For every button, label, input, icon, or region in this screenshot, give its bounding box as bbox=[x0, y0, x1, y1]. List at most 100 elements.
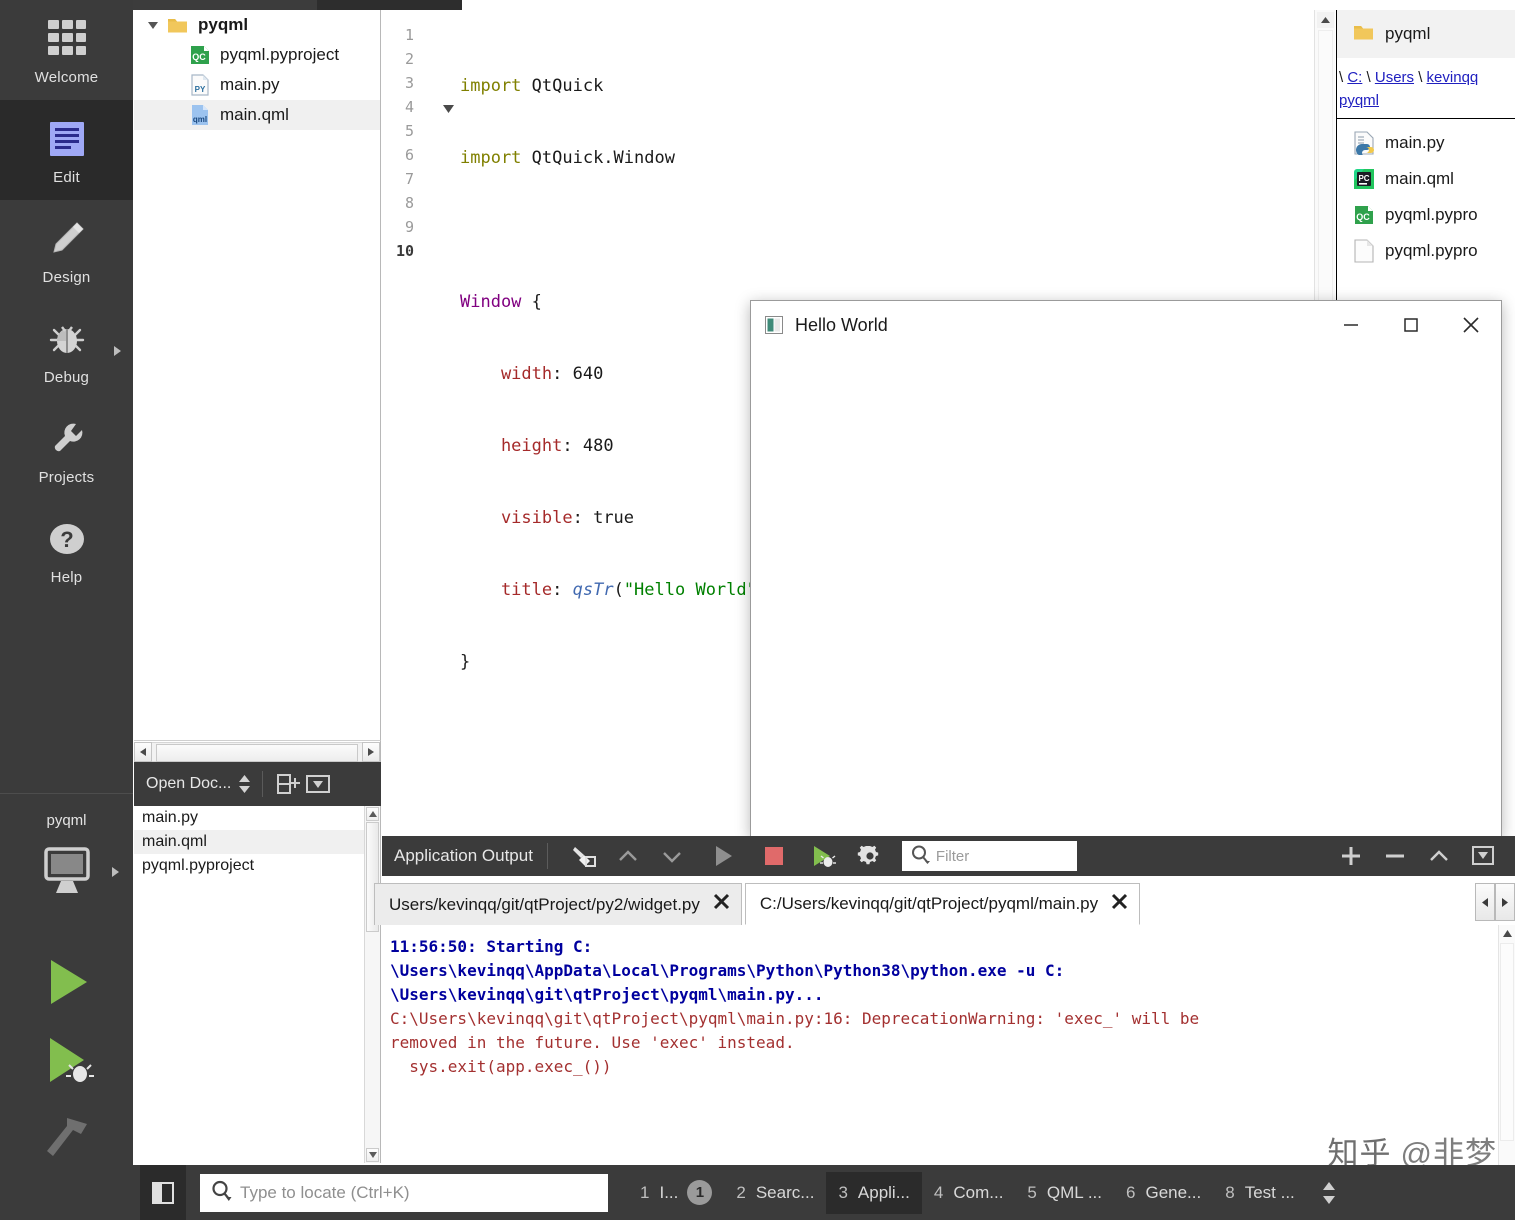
mode-item-design[interactable]: Design bbox=[0, 200, 133, 300]
close-tab-icon[interactable] bbox=[712, 892, 731, 917]
open-documents-combo-arrows[interactable] bbox=[237, 773, 252, 795]
project-tree-root[interactable]: pyqml bbox=[134, 10, 380, 40]
file-system-item[interactable]: QC pyqml.pypro bbox=[1337, 197, 1515, 233]
open-document-item[interactable]: main.py bbox=[134, 806, 380, 830]
locator-input[interactable]: Type to locate (Ctrl+K) bbox=[200, 1174, 608, 1212]
breadcrumb: \ C: \ Users \ kevinqqpyqml bbox=[1337, 58, 1515, 119]
debug-run-icon bbox=[36, 1032, 98, 1088]
project-tree-item-pyproject[interactable]: QC pyqml.pyproject bbox=[134, 40, 380, 70]
output-tab[interactable]: Users/kevinqq/git/qtProject/py2/widget.p… bbox=[374, 883, 742, 925]
minimize-button[interactable] bbox=[1321, 301, 1381, 349]
breadcrumb-part[interactable]: C: bbox=[1347, 69, 1362, 86]
stop-icon[interactable] bbox=[757, 839, 791, 873]
file-system-header[interactable]: pyqml bbox=[1337, 10, 1515, 58]
scroll-up-icon[interactable] bbox=[1500, 926, 1514, 940]
plus-icon[interactable] bbox=[1334, 839, 1368, 873]
breadcrumb-sep: \ bbox=[1414, 69, 1427, 86]
split-editor-button[interactable] bbox=[273, 769, 303, 799]
output-pane-button-search[interactable]: 2 Searc... bbox=[724, 1172, 826, 1214]
open-document-item[interactable]: pyqml.pyproject bbox=[134, 854, 380, 878]
python-file-icon bbox=[1349, 131, 1379, 155]
kit-selector-button[interactable] bbox=[0, 839, 133, 905]
open-document-item[interactable]: main.qml bbox=[134, 830, 380, 854]
mode-item-projects[interactable]: Projects bbox=[0, 400, 133, 500]
output-pane-button-application-output[interactable]: 3 Appli... bbox=[826, 1172, 921, 1214]
scroll-right-icon[interactable] bbox=[362, 742, 380, 762]
line-number: 3 bbox=[382, 74, 414, 92]
hscroll-track[interactable] bbox=[152, 742, 362, 762]
open-documents-title[interactable]: Open Doc... bbox=[146, 775, 231, 793]
open-documents-vscrollbar[interactable] bbox=[364, 806, 380, 1163]
output-pane-button-issues[interactable]: 1 I... 1 bbox=[628, 1172, 724, 1214]
output-tab[interactable]: C:/Users/kevinqq/git/qtProject/pyqml/mai… bbox=[745, 883, 1140, 925]
play-icon[interactable] bbox=[706, 839, 740, 873]
toggle-sidebar-button[interactable] bbox=[140, 1165, 186, 1220]
project-tree-hscrollbar[interactable] bbox=[134, 740, 381, 762]
chevron-down-icon[interactable] bbox=[142, 20, 164, 30]
console-vscrollbar[interactable] bbox=[1498, 925, 1515, 1165]
fold-marker-icon[interactable] bbox=[442, 102, 456, 116]
application-output-console[interactable]: 11:56:50: Starting C: \Users\kevinqq\App… bbox=[382, 925, 1515, 1165]
document-lines-icon bbox=[43, 115, 91, 163]
mode-selector-sidebar: Welcome Edit bbox=[0, 0, 133, 1220]
scroll-left-icon[interactable] bbox=[134, 742, 152, 762]
chevron-right-icon[interactable] bbox=[112, 867, 119, 877]
breadcrumb-part[interactable]: kevinqq bbox=[1427, 69, 1479, 86]
breadcrumb-part[interactable]: Users bbox=[1375, 69, 1414, 86]
close-button[interactable] bbox=[1441, 301, 1501, 349]
start-debugging-button[interactable] bbox=[0, 1021, 133, 1099]
pane-spinner-arrows[interactable] bbox=[1321, 1180, 1337, 1206]
pencil-icon bbox=[43, 215, 91, 263]
scroll-up-icon[interactable] bbox=[1317, 12, 1334, 28]
pane-number: 8 bbox=[1225, 1183, 1234, 1203]
run-button[interactable] bbox=[0, 943, 133, 1021]
minus-icon[interactable] bbox=[1378, 839, 1412, 873]
output-pane-button-general[interactable]: 6 Gene... bbox=[1114, 1172, 1213, 1214]
top-strip-tab-shadow bbox=[317, 0, 462, 10]
debug-run-icon[interactable] bbox=[806, 839, 840, 873]
scroll-down-icon[interactable] bbox=[366, 1148, 379, 1162]
tab-scroll-right-icon[interactable] bbox=[1495, 883, 1515, 921]
pane-number: 1 bbox=[640, 1183, 649, 1203]
line-number: 6 bbox=[382, 146, 414, 164]
qt-creator-window: Welcome Edit bbox=[0, 0, 1515, 1220]
close-pane-icon[interactable] bbox=[1466, 839, 1500, 873]
output-pane-button-test[interactable]: 8 Test ... bbox=[1213, 1172, 1307, 1214]
arrow-down-icon[interactable] bbox=[655, 839, 689, 873]
svg-text:PC: PC bbox=[1358, 174, 1369, 183]
close-tab-icon[interactable] bbox=[1110, 892, 1129, 917]
breadcrumb-part-current[interactable]: pyqml bbox=[1339, 92, 1379, 109]
mode-item-debug[interactable]: Debug bbox=[0, 300, 133, 400]
line-number: 2 bbox=[382, 50, 414, 68]
project-tree-item-mainqml[interactable]: qml main.qml bbox=[134, 100, 380, 130]
token: } bbox=[460, 652, 470, 672]
token: : bbox=[562, 436, 582, 456]
chevron-right-icon[interactable] bbox=[114, 346, 121, 356]
hscroll-thumb[interactable] bbox=[156, 744, 358, 762]
mode-item-help[interactable]: ? Help bbox=[0, 500, 133, 600]
tab-scroll-left-icon[interactable] bbox=[1475, 883, 1495, 921]
hello-world-window[interactable]: Hello World bbox=[750, 300, 1502, 837]
scroll-up-icon[interactable] bbox=[366, 807, 379, 821]
filter-input[interactable]: Filter bbox=[902, 841, 1077, 871]
output-pane-button-qml[interactable]: 5 QML ... bbox=[1015, 1172, 1114, 1214]
arrow-up-icon[interactable] bbox=[611, 839, 645, 873]
toolbar-divider bbox=[547, 843, 548, 869]
console-line: removed in the future. Use 'exec' instea… bbox=[382, 1031, 1515, 1055]
project-tree-item-mainpy[interactable]: PY main.py bbox=[134, 70, 380, 100]
pane-number: 5 bbox=[1027, 1183, 1036, 1203]
gear-icon[interactable] bbox=[853, 839, 887, 873]
open-documents-menu-button[interactable] bbox=[303, 769, 333, 799]
maximize-button[interactable] bbox=[1381, 301, 1441, 349]
vscroll-thumb[interactable] bbox=[1500, 943, 1514, 1141]
clear-icon[interactable] bbox=[567, 839, 601, 873]
mode-item-edit[interactable]: Edit bbox=[0, 100, 133, 200]
chevron-up-icon[interactable] bbox=[1422, 839, 1456, 873]
file-system-item[interactable]: main.py bbox=[1337, 125, 1515, 161]
hello-world-titlebar[interactable]: Hello World bbox=[751, 301, 1501, 349]
file-system-item[interactable]: pyqml.pypro bbox=[1337, 233, 1515, 269]
file-system-item[interactable]: PC main.qml bbox=[1337, 161, 1515, 197]
folder-icon bbox=[164, 16, 192, 34]
mode-item-welcome[interactable]: Welcome bbox=[0, 0, 133, 100]
output-pane-button-compile[interactable]: 4 Com... bbox=[922, 1172, 1016, 1214]
